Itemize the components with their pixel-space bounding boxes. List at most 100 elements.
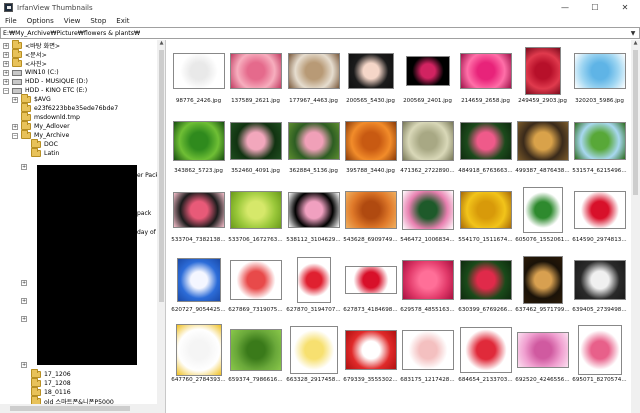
menu-file[interactable]: File	[0, 17, 22, 25]
folder-tree[interactable]: + <바탕 화면> + <문서> + <사진> + WIN10 (C:) + HDD - …	[0, 40, 166, 413]
thumbnail-item[interactable]: 620727_9054425...	[170, 252, 227, 318]
thumbnail-item[interactable]: 627870_3194707...	[285, 252, 342, 318]
thumbnail-item[interactable]: 320203_5986.jpg	[571, 43, 628, 109]
tree-item-drive-e[interactable]: − HDD - KINO ETC (E:)	[3, 86, 87, 95]
thumbnail-image[interactable]	[459, 53, 512, 89]
tree-expander-hidden[interactable]: +	[21, 314, 30, 323]
thumbnail-item[interactable]: 214659_2658.jpg	[457, 43, 514, 109]
thumbnail-item[interactable]: 627873_4184698...	[342, 252, 399, 318]
thumbnail-item[interactable]: 637462_9571799...	[514, 252, 571, 318]
thumbnail-image[interactable]	[577, 325, 622, 375]
thumbnail-item[interactable]: 200565_5430.jpg	[342, 43, 399, 109]
thumbnail-item[interactable]: 98776_2426.jpg	[170, 43, 227, 109]
thumbnail-grid[interactable]: 98776_2426.jpg 137589_2621.jpg 177967_4463…	[170, 40, 631, 413]
expand-icon[interactable]: +	[3, 51, 9, 58]
thumbnail-image[interactable]	[296, 257, 331, 303]
tree-item-pictures[interactable]: + <사진>	[3, 58, 47, 68]
thumbnail-image[interactable]	[401, 330, 454, 370]
thumbnail-image[interactable]	[516, 332, 569, 368]
thumbnail-image[interactable]	[229, 260, 282, 300]
path-input[interactable]: E:₩My_Archive₩Picture₩flowers & plants₩	[3, 30, 140, 37]
path-combobox[interactable]: E:₩My_Archive₩Picture₩flowers & plants₩ …	[0, 27, 640, 39]
thumbnail-item[interactable]: 679339_3555302...	[342, 322, 399, 388]
expand-icon[interactable]: +	[3, 78, 9, 85]
thumbnail-item[interactable]: 531574_6215496...	[571, 113, 628, 179]
thumbnail-image[interactable]	[344, 191, 397, 229]
thumbnail-image[interactable]	[229, 53, 282, 89]
thumbnail-image[interactable]	[401, 121, 454, 161]
thumbnail-image[interactable]	[172, 192, 225, 228]
thumbnail-vertical-scrollbar[interactable]: ▲	[631, 40, 640, 413]
thumbnail-image[interactable]	[289, 326, 338, 374]
thumbnail-item[interactable]: 695071_8270574...	[571, 322, 628, 388]
thumbnail-item[interactable]: 692520_4246556...	[514, 322, 571, 388]
expand-icon[interactable]: +	[3, 42, 9, 49]
tree-item-avg[interactable]: + $AVG	[12, 94, 51, 104]
thumbnail-image[interactable]	[229, 329, 282, 371]
thumbnail-image[interactable]	[287, 53, 340, 89]
thumbnail-item[interactable]: 200569_2401.jpg	[399, 43, 456, 109]
thumbnail-item[interactable]: 484918_6763663...	[457, 113, 514, 179]
thumbnail-image[interactable]	[172, 53, 225, 89]
thumbnail-item[interactable]: 630399_6769266...	[457, 252, 514, 318]
thumbnail-item[interactable]: 538112_3104629...	[285, 182, 342, 248]
thumbnail-image[interactable]	[401, 190, 454, 230]
minimize-button[interactable]: —	[550, 0, 580, 15]
thumbnail-image[interactable]	[287, 192, 340, 228]
thumbnail-item[interactable]: 663328_2917458...	[285, 322, 342, 388]
tree-expander-hidden[interactable]: +	[21, 162, 30, 171]
expand-icon[interactable]: +	[3, 60, 9, 67]
collapse-icon[interactable]: −	[12, 132, 18, 139]
thumbnail-image[interactable]	[401, 260, 454, 300]
tree-item-drive-c[interactable]: + WIN10 (C:)	[3, 68, 59, 77]
menu-exit[interactable]: Exit	[111, 17, 134, 25]
thumbnail-image[interactable]	[522, 187, 563, 233]
tree-vertical-scrollbar[interactable]: ▲	[157, 40, 165, 413]
tree-item-my-archive[interactable]: − My_Archive	[12, 130, 69, 140]
thumbnail-image[interactable]	[344, 330, 397, 370]
thumbnail-image[interactable]	[516, 121, 569, 161]
thumbnail-image[interactable]	[573, 122, 626, 160]
thumbnail-item[interactable]: 177967_4463.jpg	[285, 43, 342, 109]
thumbnail-image[interactable]	[459, 327, 512, 373]
expand-icon[interactable]: +	[21, 361, 27, 368]
tree-scroll-thumb[interactable]	[159, 50, 164, 302]
thumbnail-image[interactable]	[229, 191, 282, 229]
thumbnail-item[interactable]: 614590_2974813...	[571, 182, 628, 248]
thumbnail-image[interactable]	[524, 47, 561, 95]
thumbnail-item[interactable]: 627869_7319075...	[227, 252, 284, 318]
thumbnail-item[interactable]: 352460_4091.jpg	[227, 113, 284, 179]
expand-icon[interactable]: +	[21, 315, 27, 322]
thumbnail-item[interactable]: 543628_6909749...	[342, 182, 399, 248]
thumbnail-image[interactable]	[344, 266, 397, 294]
tree-expander-hidden[interactable]: +	[21, 296, 30, 305]
tree-hscroll-thumb[interactable]	[10, 406, 130, 411]
thumbnail-item[interactable]: 249459_2903.jpg	[514, 43, 571, 109]
thumbnail-item[interactable]: 533706_1672763...	[227, 182, 284, 248]
expand-icon[interactable]: +	[21, 163, 27, 170]
thumbnail-image[interactable]	[405, 56, 450, 86]
maximize-button[interactable]: ☐	[580, 0, 610, 15]
tree-item-msdownld[interactable]: msdownld.tmp	[21, 112, 80, 122]
thumbnail-item[interactable]: 471362_2722890...	[399, 113, 456, 179]
collapse-icon[interactable]: −	[3, 87, 9, 94]
thumbnail-image[interactable]	[459, 191, 512, 229]
expand-icon[interactable]: +	[12, 123, 18, 130]
scroll-up-icon[interactable]: ▲	[631, 40, 640, 49]
path-dropdown-icon[interactable]: ▼	[627, 28, 639, 38]
thumbnail-item[interactable]: 343862_5723.jpg	[170, 113, 227, 179]
thumbnail-item[interactable]: 546472_1006834...	[399, 182, 456, 248]
thumbnail-item[interactable]: 362884_5136.jpg	[285, 113, 342, 179]
thumbnail-image[interactable]	[229, 122, 282, 160]
thumbnail-item[interactable]: 554170_1511674...	[457, 182, 514, 248]
expand-icon[interactable]: +	[21, 297, 27, 304]
thumbnail-item[interactable]: 629578_4855163...	[399, 252, 456, 318]
thumbnail-item[interactable]: 659374_7986616...	[227, 322, 284, 388]
expand-icon[interactable]: +	[3, 69, 9, 76]
thumbnail-image[interactable]	[573, 260, 626, 300]
thumbnail-image[interactable]	[344, 121, 397, 161]
thumbnail-image[interactable]	[172, 121, 225, 161]
tree-horizontal-scrollbar[interactable]	[0, 404, 157, 413]
thumbnail-image[interactable]	[287, 122, 340, 160]
thumbnail-item[interactable]: 639405_2739498...	[571, 252, 628, 318]
